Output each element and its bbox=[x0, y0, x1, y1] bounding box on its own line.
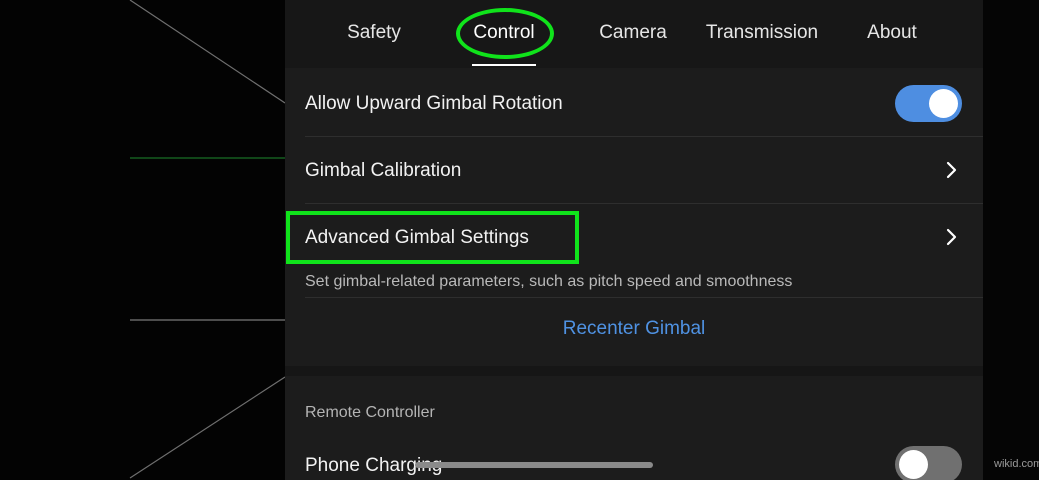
phone-charging-toggle[interactable] bbox=[895, 446, 962, 480]
divider bbox=[305, 297, 983, 298]
advanced-gimbal-settings-description: Set gimbal-related parameters, such as p… bbox=[305, 273, 793, 290]
toggle-knob bbox=[899, 450, 928, 479]
chevron-right-icon[interactable] bbox=[942, 227, 962, 247]
tab-bar: Safety Control Camera Transmission About bbox=[285, 0, 983, 68]
settings-panel: Safety Control Camera Transmission About… bbox=[285, 0, 983, 480]
gimbal-calibration-row[interactable]: Gimbal Calibration bbox=[285, 137, 983, 203]
upward-rotation-toggle[interactable] bbox=[895, 85, 962, 122]
tab-transmission[interactable]: Transmission bbox=[699, 0, 825, 66]
tab-camera[interactable]: Camera bbox=[593, 0, 673, 66]
upward-rotation-row: Allow Upward Gimbal Rotation bbox=[285, 68, 983, 136]
recenter-gimbal-button[interactable]: Recenter Gimbal bbox=[285, 318, 983, 340]
chevron-right-icon[interactable] bbox=[942, 160, 962, 180]
home-indicator-bar[interactable] bbox=[415, 462, 653, 468]
gimbal-guide-lines bbox=[129, 0, 285, 479]
toggle-knob bbox=[929, 89, 958, 118]
camera-background bbox=[0, 0, 285, 480]
active-tab-indicator bbox=[472, 64, 536, 66]
tab-about[interactable]: About bbox=[857, 0, 927, 66]
section-separator bbox=[285, 366, 983, 376]
remote-controller-section-title: Remote Controller bbox=[305, 404, 435, 421]
upward-rotation-label: Allow Upward Gimbal Rotation bbox=[305, 93, 563, 114]
control-tab-highlight-circle bbox=[456, 8, 554, 59]
right-background-strip bbox=[983, 0, 1039, 480]
phone-charging-row: Phone Charging bbox=[285, 440, 983, 480]
watermark-text: wikid.com bbox=[994, 458, 1039, 470]
advanced-settings-highlight-box bbox=[286, 211, 579, 264]
tab-safety[interactable]: Safety bbox=[335, 0, 413, 66]
gimbal-calibration-label: Gimbal Calibration bbox=[305, 160, 462, 181]
